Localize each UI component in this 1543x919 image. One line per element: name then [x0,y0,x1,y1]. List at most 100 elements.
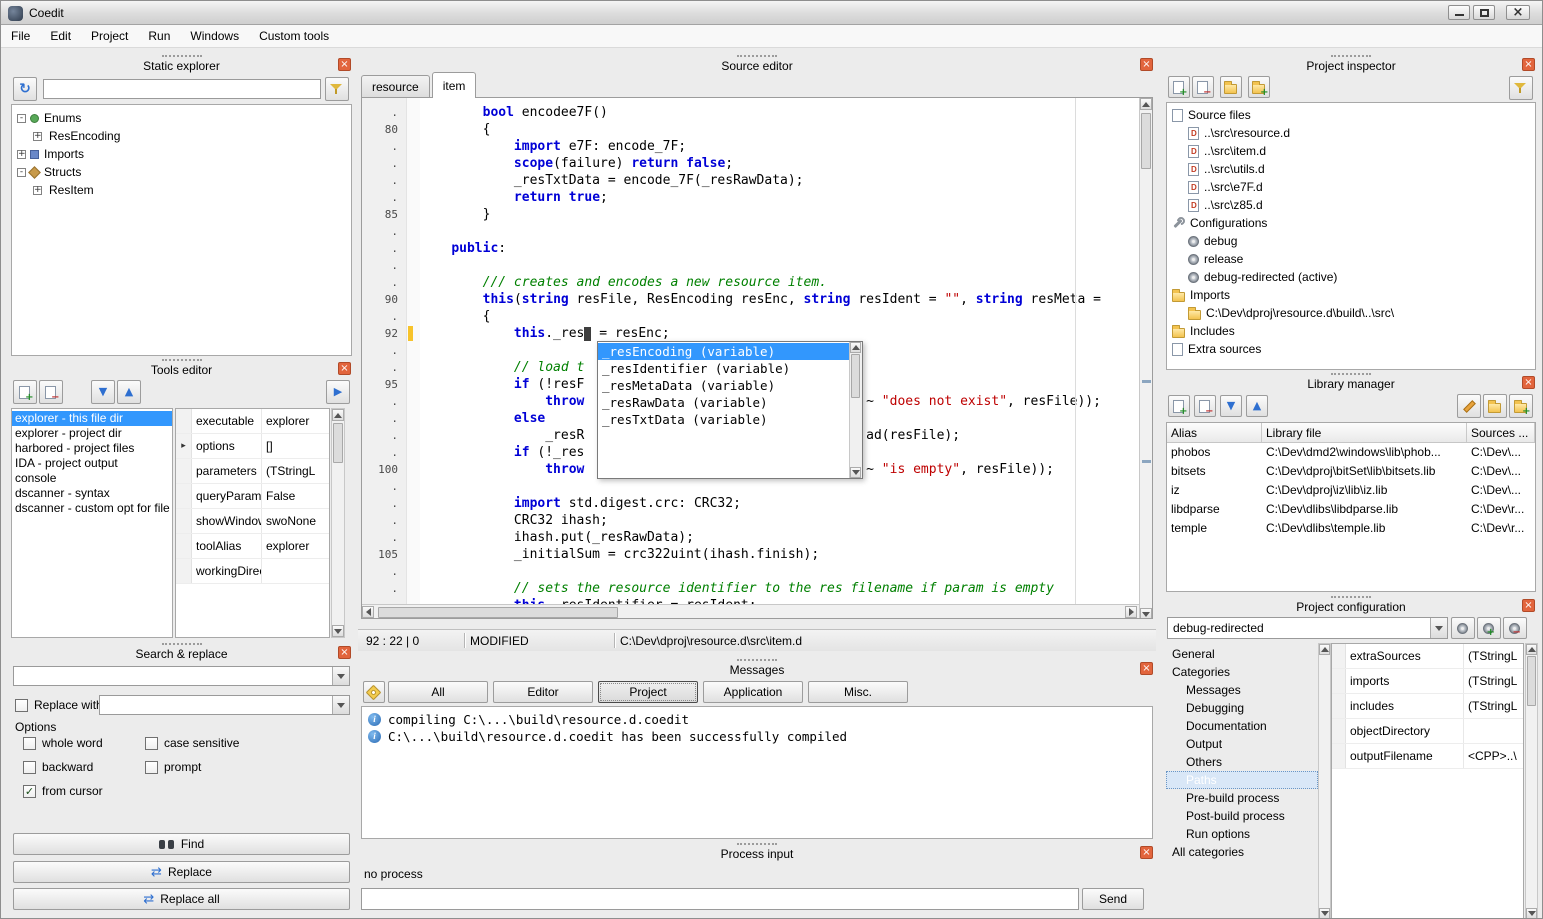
plus-expander-icon[interactable]: + [33,186,42,195]
code-text[interactable]: // sets the resource identifier to the r… [420,580,1139,597]
checkbox-box[interactable] [145,737,158,750]
property-value[interactable] [262,559,329,583]
close-panel-button[interactable]: × [338,362,351,375]
add-tool-button[interactable] [13,380,37,404]
send-button[interactable]: Send [1082,888,1144,910]
replace-text-combo[interactable] [99,695,350,715]
refresh-button[interactable]: ↻ [13,77,37,101]
close-window-button[interactable]: × [1506,5,1530,20]
close-panel-button[interactable]: × [338,58,351,71]
scrollbar-thumb[interactable] [333,423,343,463]
scrollbar-thumb[interactable] [378,607,618,618]
edit-library-button[interactable] [1457,394,1481,418]
open-folder-button[interactable] [1220,76,1242,98]
tool-item-dscanner-syntax[interactable]: dscanner - syntax [12,486,172,501]
menu-item-windows[interactable]: Windows [180,25,249,47]
drag-grip[interactable] [737,843,777,846]
property-row-executable[interactable]: executableexplorer [176,409,329,434]
drag-grip[interactable] [162,643,202,646]
property-row-workingdirect[interactable]: workingDirect [176,559,329,584]
tab-item[interactable]: item [432,72,477,98]
code-text[interactable]: ihash.put(_resRawData); [420,529,1139,546]
remove-tool-button[interactable] [39,380,63,404]
add-config-button[interactable] [1477,617,1501,639]
tool-item-harbored-project-files[interactable]: harbored - project files [12,441,172,456]
remove-config-button[interactable] [1503,617,1527,639]
replace-button[interactable]: ⇄Replace [13,861,350,883]
scrollbar-thumb[interactable] [851,354,860,398]
panel-header[interactable]: Project inspector × [1164,54,1538,74]
scroll-left-button[interactable] [362,606,374,618]
filter-application-button[interactable]: Application [703,681,803,703]
column-header-alias[interactable]: Alias [1167,423,1262,442]
menu-item-project[interactable]: Project [81,25,138,47]
property-value[interactable]: (TStringL [1464,694,1523,718]
open-library-folder-button[interactable] [1483,394,1507,418]
completion-item-resencoding-variable[interactable]: _resEncoding (variable) [598,343,849,360]
editor-vertical-scrollbar[interactable] [1139,98,1153,619]
tree-item-src-item-d[interactable]: ..\src\item.d [1167,142,1535,160]
scroll-down-button[interactable] [1526,908,1537,919]
maximize-button[interactable] [1473,5,1495,20]
code-text[interactable]: this(string resFile, ResEncoding resEnc,… [420,291,1139,308]
code-text[interactable]: _resTxtData = encode_7F(_resRawData); [420,172,1139,189]
menu-item-file[interactable]: File [1,25,40,47]
checkbox-prompt[interactable]: prompt [145,760,201,774]
panel-header[interactable]: Project configuration × [1164,595,1538,615]
tab-resource[interactable]: resource [361,75,430,98]
close-panel-button[interactable]: × [1522,599,1535,612]
column-header-sources[interactable]: Sources ... [1467,423,1535,442]
move-tool-down-button[interactable]: ▼ [91,380,115,404]
close-panel-button[interactable]: × [1140,662,1153,675]
code-text[interactable]: import e7F: encode_7F; [420,138,1139,155]
code-text[interactable]: { [420,121,1139,138]
code-text[interactable]: import std.digest.crc: CRC32; [420,495,1139,512]
checkbox-box[interactable] [23,737,36,750]
property-value[interactable]: (TStringL [1464,669,1523,693]
scroll-up-button[interactable] [850,342,861,353]
process-input-field[interactable] [361,888,1079,910]
drag-grip[interactable] [162,55,202,58]
property-value[interactable]: [] [262,434,329,458]
property-value[interactable]: swoNone [262,509,329,533]
close-panel-button[interactable]: × [338,646,351,659]
category-general[interactable]: General [1166,645,1318,663]
drag-grip[interactable] [737,55,777,58]
code-text[interactable]: public: [420,240,1139,257]
close-panel-button[interactable]: × [1522,58,1535,71]
code-text[interactable]: } [420,206,1139,223]
tree-item-c-dev-dproj-resource-d-build-src[interactable]: C:\Dev\dproj\resource.d\build\..\src\ [1167,304,1535,322]
category-all-categories[interactable]: All categories [1166,843,1318,861]
move-library-up-button[interactable]: ▲ [1246,395,1268,417]
checkbox-box[interactable] [23,761,36,774]
property-value[interactable]: explorer [262,409,329,433]
code-text[interactable]: bool encodee7F() [420,104,1139,121]
drag-grip[interactable] [737,659,777,662]
scroll-down-button[interactable] [332,625,344,637]
scrollbar-thumb[interactable] [1141,113,1151,169]
menu-item-edit[interactable]: Edit [40,25,81,47]
category-debugging[interactable]: Debugging [1166,699,1318,717]
code-editor[interactable]: . bool encodee7F()80 {. import e7F: enco… [361,97,1153,619]
checkbox-backward[interactable]: backward [23,760,93,774]
remove-source-button[interactable] [1192,76,1214,98]
property-value[interactable]: (TStringL [262,459,329,483]
code-text[interactable] [420,223,1139,240]
library-row-temple[interactable]: templeC:\Dev\dlibs\temple.libC:\Dev\r... [1167,519,1535,538]
find-button[interactable]: Find [13,833,350,855]
property-value[interactable]: explorer [262,534,329,558]
configuration-grid-scrollbar[interactable] [1525,643,1538,919]
property-row-queryparamet[interactable]: queryParametFalse [176,484,329,509]
category-pre-build-process[interactable]: Pre-build process [1166,789,1318,807]
panel-header[interactable]: Search & replace × [9,642,354,662]
library-row-bitsets[interactable]: bitsetsC:\Dev\dproj\bitSet\lib\bitsets.l… [1167,462,1535,481]
minus-expander-icon[interactable]: - [17,168,26,177]
category-others[interactable]: Others [1166,753,1318,771]
add-library-button[interactable] [1168,395,1190,417]
tree-item-release[interactable]: release [1167,250,1535,268]
category-categories[interactable]: Categories [1166,663,1318,681]
drag-grip[interactable] [1331,55,1371,58]
tools-grid-scrollbar[interactable] [331,408,345,638]
library-row-iz[interactable]: izC:\Dev\dproj\iz\lib\iz.libC:\Dev\... [1167,481,1535,500]
drag-grip[interactable] [1331,373,1371,376]
